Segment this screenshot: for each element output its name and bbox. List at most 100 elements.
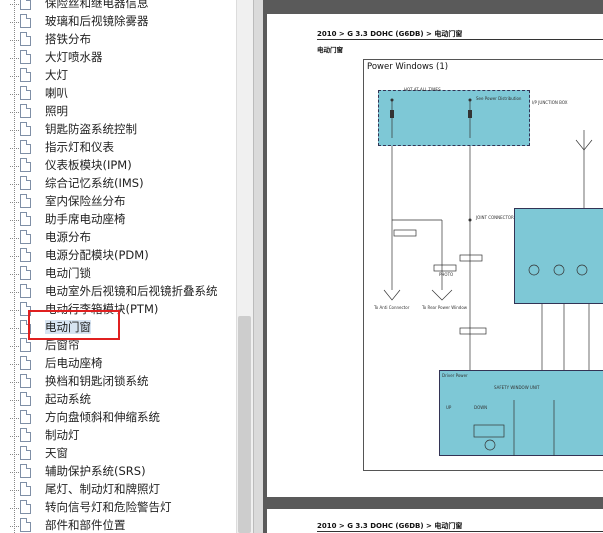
up-label: UP (446, 405, 452, 410)
nav-item[interactable]: 综合记忆系统(IMS) (10, 175, 250, 193)
document-icon (20, 500, 31, 514)
document-icon (20, 230, 31, 244)
tree-connector (10, 76, 19, 77)
nav-item[interactable]: 照明 (10, 103, 250, 121)
tree-connector (10, 382, 19, 383)
document-icon (20, 212, 31, 226)
nav-item[interactable]: 保险丝和继电器信息 (10, 0, 250, 13)
wiring-diagram: Power Windows (1) HOT AT ALL TIMES See P… (363, 59, 603, 471)
tree-connector (10, 94, 19, 95)
tree-connector (10, 4, 19, 5)
nav-item[interactable]: 大灯 (10, 67, 250, 85)
nav-item[interactable]: 玻璃和后视镜除雾器 (10, 13, 250, 31)
nav-item[interactable]: 指示灯和仪表 (10, 139, 250, 157)
nav-item-label: 保险丝和继电器信息 (45, 0, 149, 10)
nav-item[interactable]: 方向盘倾斜和伸缩系统 (10, 409, 250, 427)
document-icon (20, 482, 31, 496)
document-icon (20, 464, 31, 478)
nav-item-label: 制动灯 (45, 428, 80, 442)
document-icon (20, 446, 31, 460)
rear-power-window-label: To Rear Power Window (422, 305, 468, 310)
document-icon (20, 356, 31, 370)
nav-item-label: 仪表板模块(IPM) (45, 158, 132, 172)
document-icon (20, 0, 31, 10)
nav-item[interactable]: 仪表板模块(IPM) (10, 157, 250, 175)
tree-connector (10, 364, 19, 365)
nav-item-label: 钥匙防盗系统控制 (45, 122, 137, 136)
tree-connector (10, 22, 19, 23)
header-rule (317, 39, 603, 40)
nav-item[interactable]: 天窗 (10, 445, 250, 463)
nav-item[interactable]: 转向信号灯和危险警告灯 (10, 499, 250, 517)
driver-power-label: Driver Power (442, 373, 468, 378)
nav-item[interactable]: 换档和钥匙闭锁系统 (10, 373, 250, 391)
tree-connector (10, 310, 19, 311)
tree-connector (10, 130, 19, 131)
nav-item[interactable]: 搭铁分布 (10, 31, 250, 49)
nav-item-label: 起动系统 (45, 392, 91, 406)
nav-item-label: 玻璃和后视镜除雾器 (45, 14, 149, 28)
nav-scrollbar-thumb[interactable] (238, 316, 251, 533)
nav-item[interactable]: 后电动座椅 (10, 355, 250, 373)
nav-item-label: 电动室外后视镜和后视镜折叠系统 (45, 284, 218, 298)
see-power-distribution-label: See Power Distribution (476, 96, 522, 101)
page-subtitle: 电动门窗 (317, 46, 343, 54)
document-icon (20, 158, 31, 172)
nav-item-label: 天窗 (45, 446, 68, 460)
nav-item-label: 后窗帘 (45, 338, 80, 352)
nav-item-label: 电源分配模块(PDM) (45, 248, 149, 262)
tree-connector (10, 184, 19, 185)
document-icon (20, 410, 31, 424)
nav-item-label: 辅助保护系统(SRS) (45, 464, 146, 478)
nav-item[interactable]: 辅助保护系统(SRS) (10, 463, 250, 481)
nav-item[interactable]: 电动室外后视镜和后视镜折叠系统 (10, 283, 250, 301)
nav-item[interactable]: 部件和部件位置 (10, 517, 250, 533)
document-icon (20, 68, 31, 82)
document-icon (20, 122, 31, 136)
document-icon (20, 194, 31, 208)
tree-connector (10, 238, 19, 239)
nav-item[interactable]: 电动门锁 (10, 265, 250, 283)
nav-item-label: 转向信号灯和危险警告灯 (45, 500, 172, 514)
tree-connector (10, 40, 19, 41)
document-icon (20, 104, 31, 118)
nav-item-label: 大灯喷水器 (45, 50, 103, 64)
tree-connector (10, 58, 19, 59)
nav-item-label: 搭铁分布 (45, 32, 91, 46)
nav-item[interactable]: 大灯喷水器 (10, 49, 250, 67)
nav-item[interactable]: 尾灯、制动灯和牌照灯 (10, 481, 250, 499)
nav-item[interactable]: 电源分布 (10, 229, 250, 247)
nav-item-label: 照明 (45, 104, 68, 118)
nav-item-label: 换档和钥匙闭锁系统 (45, 374, 149, 388)
tree-connector (10, 490, 19, 491)
nav-item-label: 电源分布 (45, 230, 91, 244)
nav-item-label: 后电动座椅 (45, 356, 103, 370)
nav-item[interactable]: 钥匙防盗系统控制 (10, 121, 250, 139)
tree-connector (10, 526, 19, 527)
document-icon (20, 518, 31, 532)
nav-item[interactable]: 起动系统 (10, 391, 250, 409)
nav-item[interactable]: 室内保险丝分布 (10, 193, 250, 211)
document-icon (20, 14, 31, 28)
nav-item[interactable]: 制动灯 (10, 427, 250, 445)
photo-label: PHOTO (439, 272, 454, 277)
nav-item[interactable]: 电源分配模块(PDM) (10, 247, 250, 265)
junction-box-label: I/P JUNCTION BOX (532, 100, 568, 105)
nav-item[interactable]: 喇叭 (10, 85, 250, 103)
nav-item-label: 综合记忆系统(IMS) (45, 176, 144, 190)
tree-connector (10, 472, 19, 473)
document-icon (20, 392, 31, 406)
joint-connector-label: JOINT CONNECTOR (476, 215, 514, 220)
nav-item[interactable]: 助手席电动座椅 (10, 211, 250, 229)
nav-item-label: 指示灯和仪表 (45, 140, 114, 154)
tree-connector (10, 166, 19, 167)
nav-item-label: 喇叭 (45, 86, 68, 100)
tree-connector (10, 220, 19, 221)
safety-window-unit-label: SAFETY WINDOW UNIT (494, 385, 540, 390)
tree-connector (10, 454, 19, 455)
tree-connector (10, 346, 19, 347)
anti-connector-label: To Anti Connector (374, 305, 410, 310)
document-page: 2010 > G 3.3 DOHC (G6DB) > 电动门窗 (267, 509, 603, 533)
nav-item-label: 方向盘倾斜和伸缩系统 (45, 410, 160, 424)
nav-item-label: 尾灯、制动灯和牌照灯 (45, 482, 160, 496)
